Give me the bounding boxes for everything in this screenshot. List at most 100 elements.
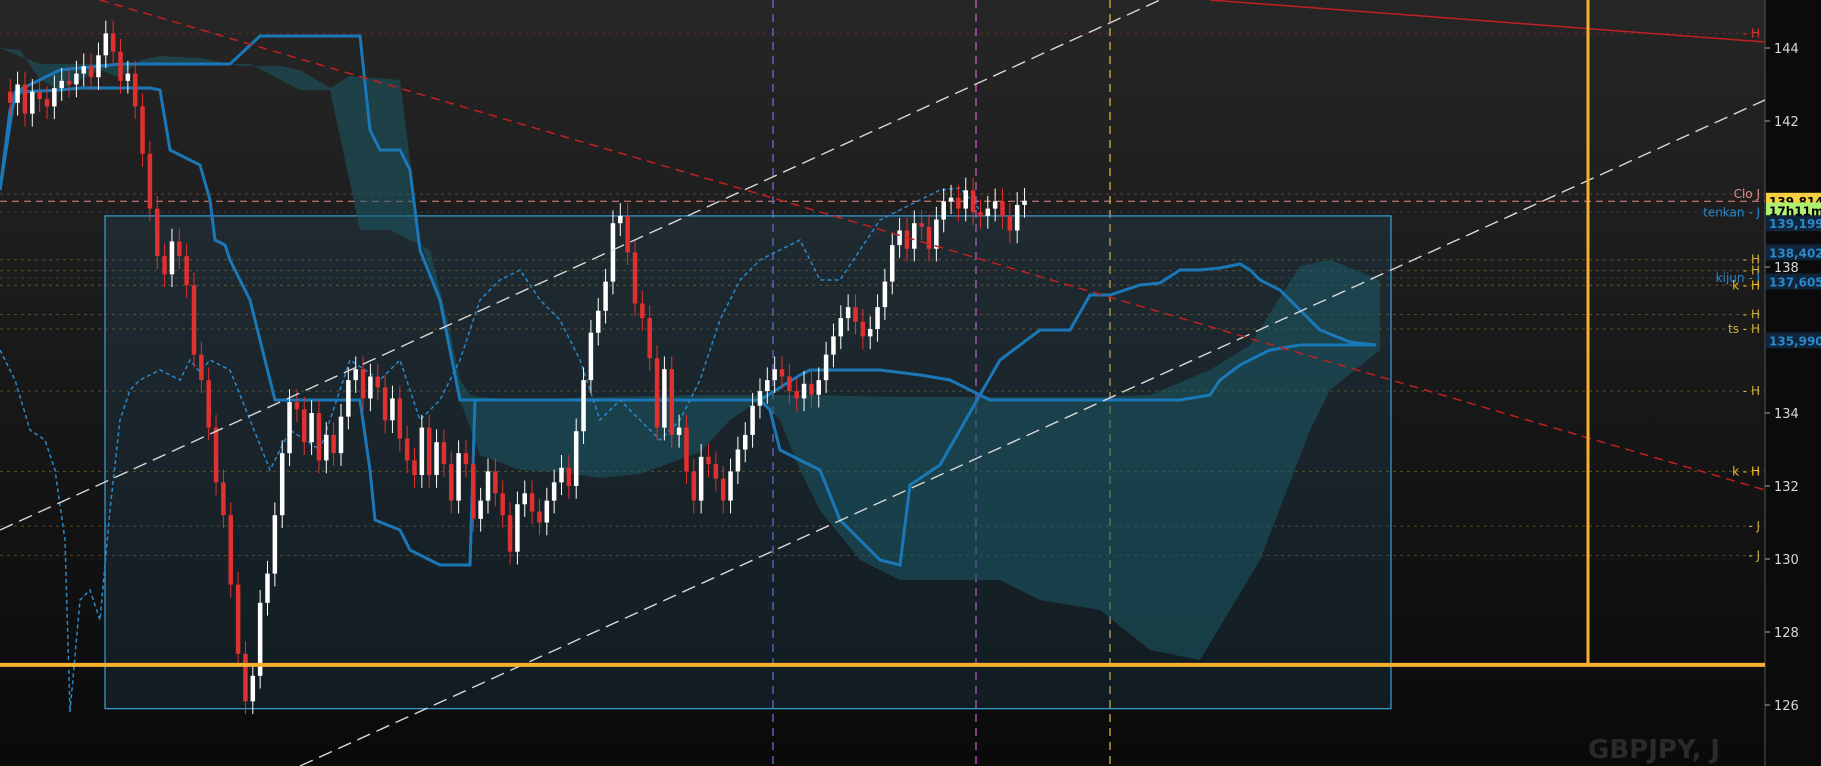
candle-body-22 — [169, 241, 175, 275]
price-tag-kijun: 138,402 — [1769, 246, 1821, 260]
candle-body-83 — [618, 215, 623, 224]
candle-body-102 — [757, 391, 763, 406]
candle-body-121 — [897, 230, 902, 246]
candle-body-129 — [956, 197, 961, 209]
candle-body-15 — [118, 51, 123, 81]
y-tick-label-8: 142 — [1774, 115, 1799, 130]
candle-body-119 — [882, 281, 888, 308]
candle-body-117 — [867, 329, 873, 337]
candle-body-13 — [103, 33, 109, 56]
candle-body-43 — [324, 434, 329, 461]
candle-body-24 — [184, 256, 189, 286]
candle-body-138 — [1022, 200, 1027, 205]
candle-body-67 — [500, 493, 505, 516]
candle-body-98 — [728, 471, 733, 501]
candle-body-137 — [1014, 204, 1020, 231]
candle-body-106 — [787, 376, 792, 392]
candle-body-6 — [52, 88, 57, 107]
candle-body-116 — [860, 321, 866, 337]
price-tag-senkou: 137,605 — [1769, 275, 1821, 289]
candle-body-130 — [963, 190, 968, 209]
candle-body-74 — [551, 482, 557, 501]
candle-body-3 — [30, 91, 35, 114]
candle-body-59 — [441, 442, 447, 465]
candle-body-91 — [676, 427, 682, 435]
candle-body-120 — [890, 245, 895, 282]
price-chart[interactable]: 126128130132134138142144 - HClo Jtenkan … — [0, 0, 1821, 766]
candle-body-9 — [74, 73, 79, 85]
candle-body-111 — [823, 354, 829, 381]
candle-body-133 — [985, 208, 991, 216]
candle-body-58 — [434, 442, 439, 476]
candle-body-131 — [970, 190, 976, 213]
candle-body-56 — [419, 427, 425, 476]
candle-body-132 — [978, 212, 983, 216]
candle-body-70 — [522, 493, 527, 505]
symbol-watermark: GBPJPY, J — [1588, 735, 1720, 765]
candle-body-94 — [698, 456, 704, 501]
candle-body-12 — [96, 55, 101, 78]
price-tag-tenkan: 139,199 — [1769, 217, 1821, 231]
candle-body-18 — [140, 106, 145, 154]
candle-body-96 — [713, 464, 719, 479]
candle-body-89 — [662, 369, 667, 428]
candle-body-71 — [529, 493, 535, 512]
candle-body-10 — [81, 66, 86, 74]
y-tick-label-2: 130 — [1774, 553, 1799, 568]
price-tag-chikou: 135,990 — [1769, 334, 1821, 348]
chart-root: 126 128 130 132 134 138 142 144 - H Clo Jtenkan … — [0, 0, 1821, 766]
candle-body-72 — [537, 511, 542, 523]
candle-body-63 — [471, 464, 476, 519]
y-tick-label-3: 132 — [1774, 480, 1799, 495]
candle-body-47 — [353, 369, 358, 381]
candle-body-39 — [294, 402, 300, 410]
level-label-2: tenkan - J — [1703, 205, 1760, 219]
candle-body-36 — [272, 515, 278, 574]
candle-body-85 — [632, 252, 638, 304]
candle-body-113 — [838, 318, 844, 337]
candle-body-100 — [743, 434, 748, 450]
candle-body-19 — [147, 153, 153, 209]
candle-body-51 — [382, 387, 388, 421]
candle-body-65 — [485, 471, 491, 501]
level-label-6: k - H — [1732, 278, 1760, 292]
candle-body-27 — [206, 380, 211, 428]
candle-body-104 — [772, 369, 777, 381]
candle-body-33 — [250, 675, 256, 702]
candle-body-73 — [544, 500, 550, 523]
candle-body-41 — [309, 413, 314, 443]
candle-body-93 — [691, 471, 697, 501]
candle-body-69 — [515, 504, 520, 552]
candle-body-118 — [875, 307, 880, 330]
candle-body-75 — [559, 467, 564, 483]
candle-body-135 — [1000, 201, 1005, 216]
candle-body-17 — [132, 73, 138, 107]
candle-body-45 — [338, 416, 344, 454]
candle-body-112 — [831, 336, 836, 355]
candle-body-115 — [853, 307, 858, 322]
candle-body-84 — [625, 215, 630, 253]
level-label-8: ts - H — [1728, 322, 1760, 336]
candle-body-90 — [669, 369, 674, 435]
candle-body-124 — [919, 223, 924, 227]
candle-body-66 — [493, 471, 498, 494]
candle-body-64 — [478, 500, 483, 519]
candle-body-101 — [750, 405, 755, 435]
candle-body-110 — [816, 380, 821, 395]
candle-body-62 — [463, 453, 469, 465]
candle-body-42 — [316, 413, 322, 461]
level-label-1: Clo J — [1734, 187, 1760, 201]
level-label-7: - H — [1743, 307, 1760, 321]
y-tick-label-0: 126 — [1774, 699, 1799, 714]
candle-body-7 — [59, 80, 64, 89]
candle-body-60 — [449, 464, 454, 501]
candle-body-31 — [235, 584, 241, 654]
level-label-9: - H — [1743, 384, 1760, 398]
candle-body-23 — [177, 241, 182, 257]
candle-body-2 — [22, 84, 28, 114]
candle-body-5 — [44, 99, 50, 107]
y-tick-label-9: 144 — [1774, 42, 1799, 57]
candle-body-99 — [735, 449, 741, 472]
candle-body-126 — [934, 219, 939, 249]
candle-body-81 — [603, 281, 608, 311]
